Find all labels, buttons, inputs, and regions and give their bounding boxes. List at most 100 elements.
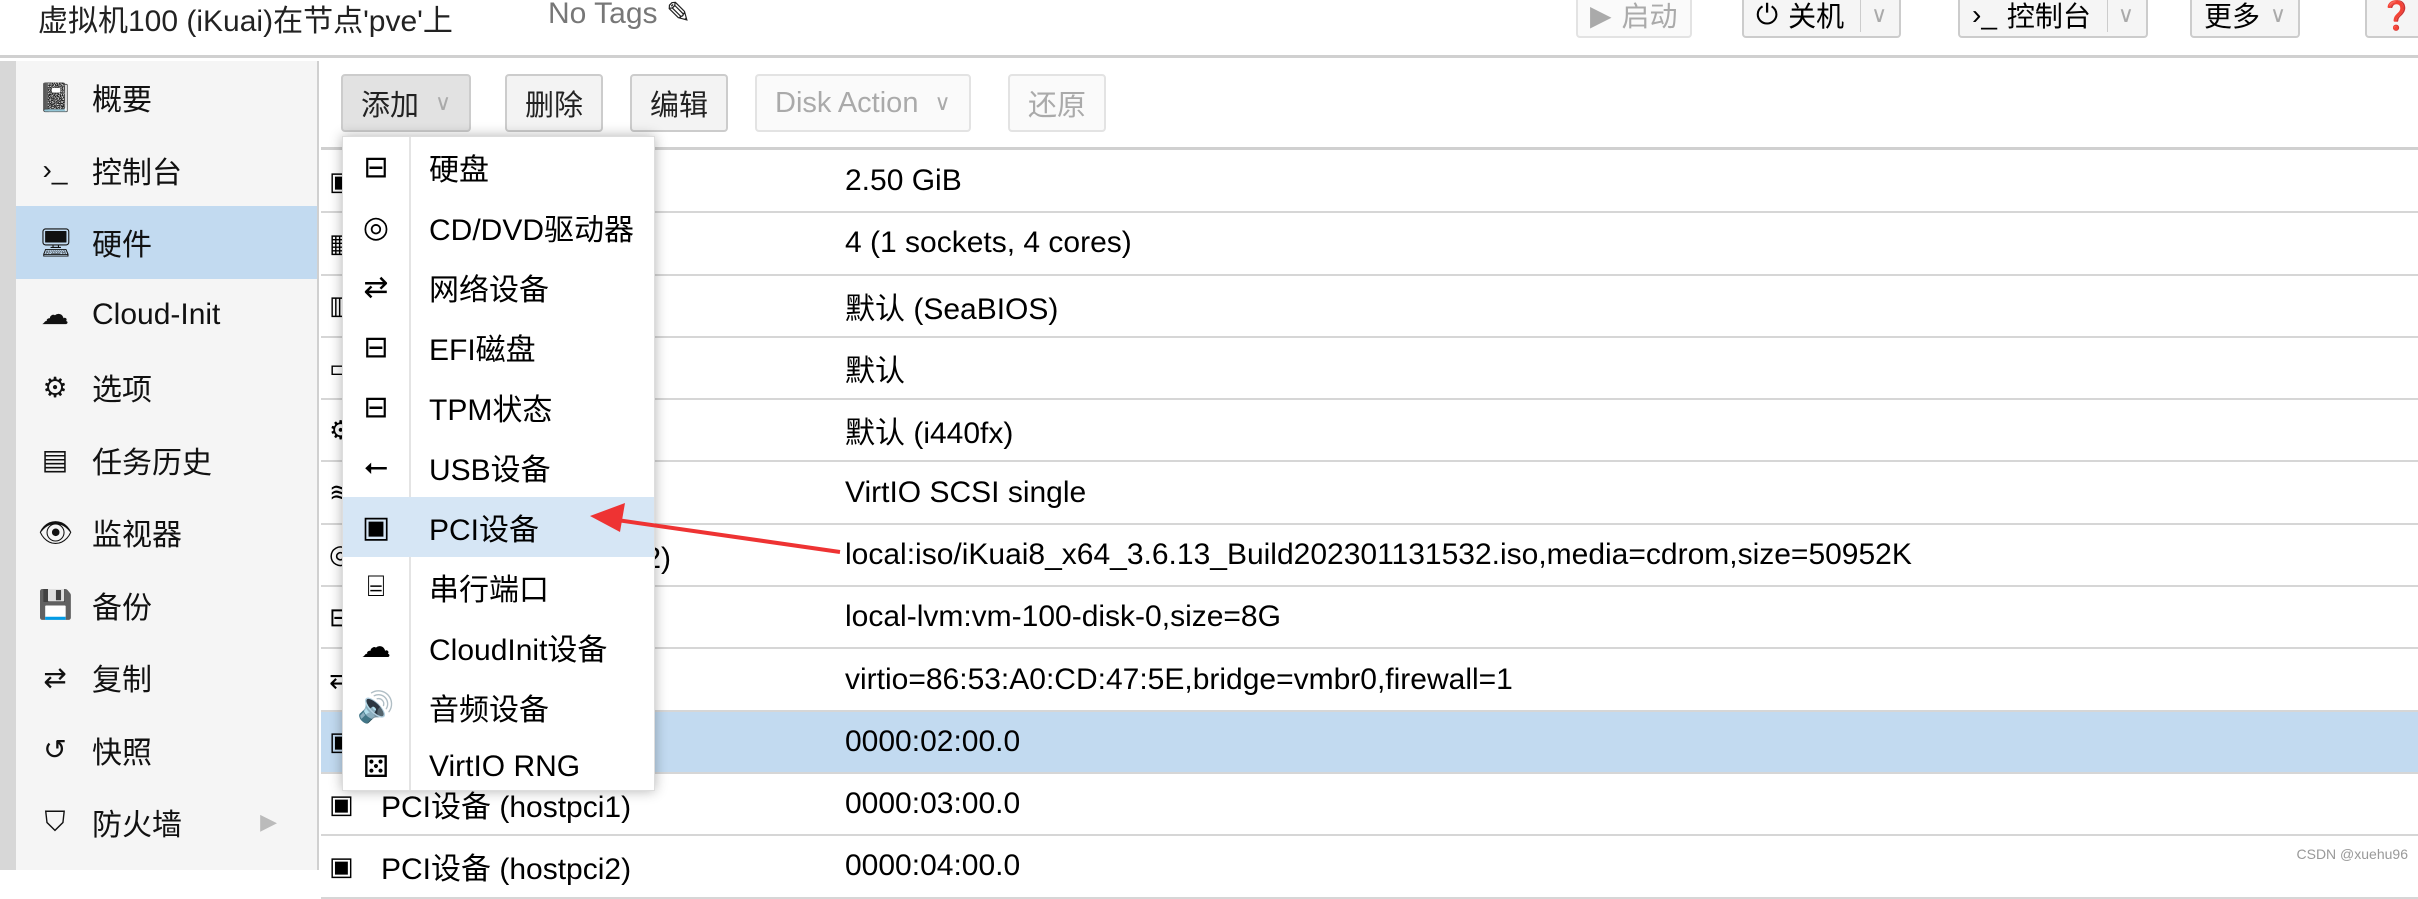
menu-item-label: 网络设备 bbox=[429, 274, 549, 307]
shutdown-label: 关机 bbox=[1788, 1, 1845, 32]
sidebar-item-label: Cloud-Init bbox=[92, 297, 221, 331]
menu-item[interactable]: ⊟ TPM状态 bbox=[343, 377, 654, 437]
menu-item-label: TPM状态 bbox=[429, 394, 553, 427]
row-value: 默认 bbox=[845, 355, 905, 389]
terminal-icon: ›_ bbox=[1972, 0, 1997, 30]
row-value: local:iso/iKuai8_x64_3.6.13_Build2023011… bbox=[845, 537, 1912, 571]
eye-icon: 👁 bbox=[38, 516, 74, 548]
cloud-icon: ☁ bbox=[41, 299, 69, 331]
chevron-down-icon: ∨ bbox=[435, 90, 452, 115]
revert-label: 还原 bbox=[1028, 90, 1087, 122]
hdd-icon: ⊟ bbox=[363, 150, 389, 184]
terminal-icon: ›_ bbox=[42, 153, 68, 185]
menu-item[interactable]: ☁ CloudInit设备 bbox=[343, 617, 654, 677]
menu-item-label: CloudInit设备 bbox=[429, 634, 608, 667]
sidebar-item-snapshots[interactable]: ↺ 快照 bbox=[16, 714, 317, 787]
sidebar-item-label: 硬件 bbox=[92, 229, 152, 263]
watermark: CSDN @xuehu96 bbox=[2296, 846, 2409, 862]
menu-item[interactable]: 🔊 音频设备 bbox=[343, 677, 654, 737]
help-button[interactable]: ❓ bbox=[2365, 0, 2418, 38]
sidebar-item-label: 监视器 bbox=[92, 519, 182, 553]
row-label: PCI设备 (hostpci2) bbox=[381, 853, 632, 887]
shutdown-button[interactable]: ⏻ 关机 ∨ bbox=[1742, 0, 1902, 38]
menu-item[interactable]: ⚄ VirtIO RNG bbox=[343, 737, 654, 797]
row-value: local-lvm:vm-100-disk-0,size=8G bbox=[845, 600, 1281, 634]
table-row[interactable]: ▣ PCI设备 (hostpci2) 0000:04:00.0 bbox=[321, 836, 2418, 899]
list-icon: ▤ bbox=[41, 444, 69, 476]
pencil-icon: ✎ bbox=[665, 0, 691, 30]
sidebar-item-firewall[interactable]: ⛉ 防火墙 ▶ bbox=[16, 786, 317, 859]
sidebar-item-replication[interactable]: ⇄ 复制 bbox=[16, 641, 317, 714]
menu-item-label: 串行端口 bbox=[429, 574, 549, 607]
cloud-icon: ☁ bbox=[361, 630, 391, 664]
menu-item[interactable]: ⊟ 硬盘 bbox=[343, 137, 654, 197]
chevron-down-icon: ∨ bbox=[934, 90, 951, 115]
menu-item-label: PCI设备 bbox=[429, 514, 540, 547]
hdd-icon: ⊟ bbox=[363, 390, 389, 424]
menu-item-label: 硬盘 bbox=[429, 154, 489, 187]
menu-item[interactable]: ⌸ 串行端口 bbox=[343, 557, 654, 617]
sidebar-item-label: 复制 bbox=[92, 664, 152, 698]
remove-label: 删除 bbox=[525, 90, 584, 122]
console-label: 控制台 bbox=[2006, 1, 2091, 32]
sidebar-item-options[interactable]: ⚙ 选项 bbox=[16, 351, 317, 424]
hdd-icon: ⊟ bbox=[363, 330, 389, 364]
menu-item-label: USB设备 bbox=[429, 454, 551, 487]
row-value: 4 (1 sockets, 4 cores) bbox=[845, 226, 1132, 260]
sidebar-item-hardware[interactable]: 🖥 硬件 bbox=[16, 206, 317, 279]
dice-icon: ⚄ bbox=[362, 750, 390, 784]
edit-label: 编辑 bbox=[650, 90, 709, 122]
shield-icon: ⛉ bbox=[44, 805, 66, 837]
sidebar-item-monitor[interactable]: 👁 监视器 bbox=[16, 496, 317, 569]
sidebar-item-label: 概要 bbox=[92, 84, 152, 118]
menu-item[interactable]: ▣ PCI设备 bbox=[343, 497, 654, 557]
menu-item-label: CD/DVD驱动器 bbox=[429, 214, 635, 247]
add-hardware-menu: ⊟ 硬盘 ◎ CD/DVD驱动器 ⇄ 网络设备 ⊟ EFI磁盘 ⊟ TPM状态 ⭠ USB设备 ▣ PCI… bbox=[342, 136, 655, 791]
remove-button[interactable]: 删除 bbox=[505, 74, 604, 132]
start-label: 启动 bbox=[1621, 1, 1678, 32]
sidebar-item-task-history[interactable]: ▤ 任务历史 bbox=[16, 424, 317, 497]
gear-icon: ⚙ bbox=[42, 371, 68, 403]
usb-icon: ⭠ bbox=[364, 450, 388, 483]
add-label: 添加 bbox=[361, 90, 420, 122]
tags-label: No Tags bbox=[548, 0, 658, 30]
menu-item[interactable]: ⭠ USB设备 bbox=[343, 437, 654, 497]
row-value: 默认 (SeaBIOS) bbox=[845, 292, 1059, 326]
sidebar-item-label: 控制台 bbox=[92, 156, 182, 190]
disk-action-label: Disk Action bbox=[775, 86, 919, 119]
vm-header: 虚拟机100 (iKuai)在节点'pve'上 No Tags ✎ ▶ 启动 ⏻ 关… bbox=[0, 0, 2418, 58]
disk-action-button[interactable]: Disk Action ∨ bbox=[755, 74, 971, 132]
menu-item[interactable]: ⊟ EFI磁盘 bbox=[343, 317, 654, 377]
add-button[interactable]: 添加 ∨ bbox=[341, 74, 472, 132]
serial-port-icon: ⌸ bbox=[367, 570, 385, 603]
sidebar-item-cloud-init[interactable]: ☁ Cloud-Init bbox=[16, 279, 317, 352]
sidebar-item-summary[interactable]: 📓 概要 bbox=[16, 61, 317, 134]
desktop-icon: 🖥 bbox=[38, 226, 74, 258]
edit-button[interactable]: 编辑 bbox=[630, 74, 729, 132]
power-icon: ⏻ bbox=[1756, 0, 1779, 30]
menu-item-label: VirtIO RNG bbox=[429, 750, 581, 783]
expand-arrow-icon[interactable]: ▶ bbox=[260, 809, 277, 835]
row-value: 默认 (i440fx) bbox=[845, 417, 1014, 451]
sidebar-item-label: 选项 bbox=[92, 374, 152, 408]
row-value: 2.50 GiB bbox=[845, 164, 962, 198]
row-value: 0000:04:00.0 bbox=[845, 849, 1021, 883]
chevron-down-icon[interactable]: ∨ bbox=[1871, 2, 1887, 28]
sidebar-item-backup[interactable]: 💾 备份 bbox=[16, 569, 317, 642]
revert-button[interactable]: 还原 bbox=[1008, 74, 1107, 132]
row-value: VirtIO SCSI single bbox=[845, 475, 1087, 509]
menu-item-label: EFI磁盘 bbox=[429, 334, 536, 367]
pci-card-icon: ▣ bbox=[361, 510, 391, 544]
more-button[interactable]: 更多 ∨ bbox=[2190, 0, 2301, 38]
sidebar-item-console[interactable]: ›_ 控制台 bbox=[16, 134, 317, 207]
menu-item[interactable]: ⇄ 网络设备 bbox=[343, 257, 654, 317]
console-button[interactable]: ›_ 控制台 ∨ bbox=[1958, 0, 2149, 38]
row-value: 0000:02:00.0 bbox=[845, 724, 1021, 758]
volume-icon: 🔊 bbox=[357, 690, 395, 724]
tags-edit[interactable]: No Tags ✎ bbox=[548, 0, 691, 31]
sidebar-item-label: 任务历史 bbox=[92, 446, 212, 480]
menu-item[interactable]: ◎ CD/DVD驱动器 bbox=[343, 197, 654, 257]
sidebar-item-label: 防火墙 bbox=[92, 809, 182, 843]
chevron-down-icon[interactable]: ∨ bbox=[2118, 2, 2134, 28]
start-button[interactable]: ▶ 启动 bbox=[1576, 0, 1692, 38]
